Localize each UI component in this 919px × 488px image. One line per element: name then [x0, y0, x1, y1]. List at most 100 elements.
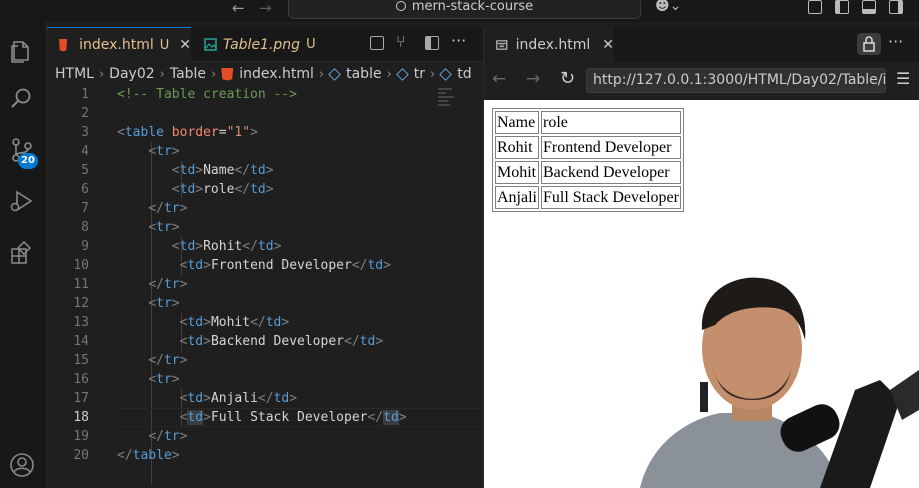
table-cell: Frontend Developer — [541, 136, 681, 159]
code-token: > — [250, 125, 258, 140]
command-center-search[interactable]: mern-stack-course — [288, 0, 641, 19]
code-token: </ — [234, 182, 251, 197]
code-token: Frontend Developer — [210, 258, 352, 273]
run-debug-icon[interactable] — [9, 188, 35, 214]
breadcrumb-item[interactable]: index.html — [239, 66, 314, 82]
table-cell: Full Stack Developer — [541, 186, 681, 209]
code-line[interactable]: 10 <td>Frontend Developer</td> — [47, 256, 483, 275]
menu-icon[interactable]: ☰ — [896, 69, 910, 88]
code-token: role — [203, 182, 235, 197]
code-line[interactable]: 14 <td>Backend Developer</td> — [47, 332, 483, 351]
code-token: td — [257, 239, 274, 254]
table-cell: Name — [495, 111, 539, 134]
code-line[interactable]: 2 — [47, 104, 483, 123]
code-line[interactable]: 1 <!-- Table creation --> — [47, 85, 483, 104]
breadcrumb-item[interactable]: table — [346, 66, 381, 82]
breadcrumb-item[interactable]: td — [457, 66, 471, 82]
code-line[interactable]: 5 <td>Name</td> — [47, 161, 483, 180]
url-input[interactable]: http://127.0.0.1:3000/HTML/Day02/Table/i… — [586, 68, 886, 93]
code-token: > — [179, 353, 188, 368]
forward-arrow-icon[interactable]: → — [526, 69, 540, 89]
code-line[interactable]: 12 <tr> — [47, 294, 483, 313]
code-line[interactable]: 8 <tr> — [47, 218, 483, 237]
close-icon[interactable]: ✕ — [179, 37, 191, 53]
breadcrumb-item[interactable]: HTML — [55, 66, 94, 82]
code-line[interactable]: 3 <table border="1"> — [47, 123, 483, 142]
title-bar: ← → mern-stack-course ☻⌄ — [0, 0, 919, 22]
code-token: > — [195, 182, 204, 197]
code-token: > — [203, 334, 211, 349]
breadcrumb-item[interactable]: Day02 — [109, 66, 154, 82]
code-token: < — [148, 372, 157, 387]
tab-table1-png[interactable]: Table1.png U — [192, 27, 340, 62]
code-token: > — [203, 315, 211, 330]
code-token: td — [273, 391, 290, 406]
code-line[interactable]: 9 <td>Rohit</td> — [47, 237, 483, 256]
code-token: Anjali — [210, 391, 258, 406]
breadcrumb-item[interactable]: Table — [170, 66, 206, 82]
copilot-icon[interactable]: ☻⌄ — [655, 0, 681, 14]
split-editor-icon[interactable] — [425, 36, 439, 50]
forward-arrow-icon[interactable]: → — [259, 0, 272, 16]
code-line[interactable]: 11 </tr> — [47, 275, 483, 294]
code-line[interactable]: 15 </tr> — [47, 351, 483, 370]
tab-label: Table1.png — [223, 36, 301, 53]
code-text: <td>Anjali</td> — [180, 389, 297, 408]
chevron-right-icon: › — [211, 66, 217, 82]
search-icon[interactable] — [9, 86, 35, 112]
code-token: </ — [351, 258, 368, 273]
close-icon[interactable]: ✕ — [602, 37, 614, 53]
toggle-secondary-sidebar-icon[interactable] — [889, 0, 903, 14]
table-cell: role — [541, 111, 681, 134]
code-text: <!-- Table creation --> — [117, 85, 297, 104]
breadcrumb-item[interactable]: tr — [414, 66, 425, 82]
more-actions-icon[interactable]: ··· — [451, 31, 466, 50]
code-token: Full Stack Developer — [210, 410, 368, 425]
back-arrow-icon[interactable]: ← — [492, 69, 506, 89]
code-token: > — [383, 258, 391, 273]
code-token: table — [132, 448, 172, 463]
code-token: td — [359, 334, 376, 349]
more-actions-icon[interactable]: ··· — [888, 32, 903, 51]
open-preview-icon[interactable] — [370, 36, 384, 50]
code-line[interactable]: 18 <td>Full Stack Developer</td> — [47, 408, 483, 427]
code-token: td — [187, 258, 204, 273]
line-number: 15 — [73, 353, 89, 368]
code-line[interactable]: 7 </tr> — [47, 199, 483, 218]
reload-icon[interactable]: ↻ — [560, 68, 575, 89]
code-line[interactable]: 20 </table> — [47, 446, 483, 465]
browser-tab[interactable]: index.html ✕ — [484, 27, 614, 62]
toggle-panel-icon[interactable] — [862, 0, 876, 14]
code-text: <td>Backend Developer</td> — [180, 332, 384, 351]
lock-group-button[interactable] — [857, 33, 881, 55]
account-icon[interactable] — [9, 452, 35, 478]
code-text: <td>Rohit</td> — [172, 237, 282, 256]
element-symbol-icon — [328, 67, 341, 81]
back-arrow-icon[interactable]: ← — [232, 0, 245, 16]
compare-changes-icon[interactable]: ⑂ — [396, 32, 406, 51]
code-text: <td>Name</td> — [172, 161, 274, 180]
line-number: 13 — [73, 315, 89, 330]
line-number: 14 — [73, 334, 89, 349]
code-line[interactable]: 16 <tr> — [47, 370, 483, 389]
source-control-badge: 20 — [18, 153, 38, 169]
code-line[interactable]: 17 <td>Anjali</td> — [47, 389, 483, 408]
code-editor[interactable]: 1 <!-- Table creation --> 2 3 <table border=… — [47, 85, 483, 488]
code-token: > — [273, 239, 282, 254]
code-line[interactable]: 13 <td>Mohit</td> — [47, 313, 483, 332]
tab-index-html[interactable]: index.html U ✕ — [47, 27, 191, 62]
code-line[interactable]: 19 </tr> — [47, 427, 483, 446]
code-token: </ — [250, 315, 266, 330]
code-text: <tr> — [148, 142, 179, 161]
code-token: tr — [163, 201, 180, 216]
code-line[interactable]: 4 <tr> — [47, 142, 483, 161]
customize-layout-icon[interactable] — [808, 0, 822, 14]
html5-file-icon — [59, 38, 68, 52]
extensions-icon[interactable] — [9, 240, 35, 266]
code-token: > — [375, 334, 384, 349]
lock-icon — [863, 36, 875, 52]
explorer-icon[interactable] — [9, 38, 35, 64]
toggle-primary-sidebar-icon[interactable] — [835, 0, 849, 14]
search-icon — [395, 1, 406, 11]
code-line[interactable]: 6 <td>role</td> — [47, 180, 483, 199]
